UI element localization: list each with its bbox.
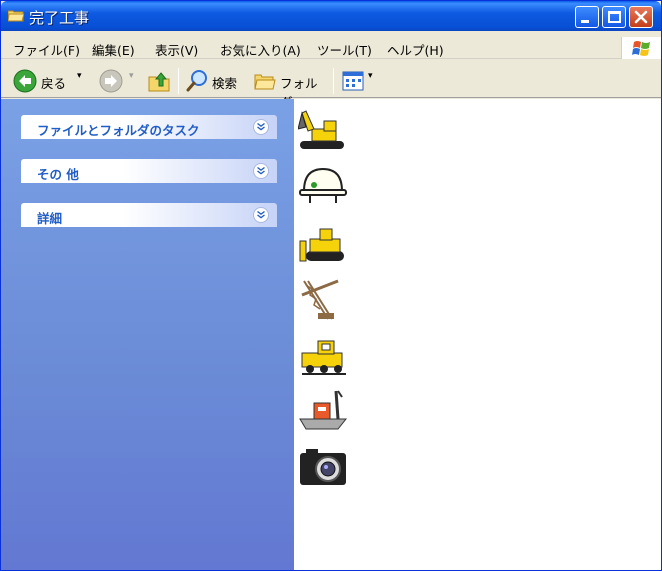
folders-icon <box>254 74 276 90</box>
back-label: 戻る <box>41 76 67 91</box>
back-dropdown-icon[interactable]: ▾ <box>77 71 82 81</box>
menu-file[interactable]: ファイル(F) <box>13 40 80 59</box>
task-group-label: ファイルとフォルダのタスク <box>37 123 200 138</box>
views-dropdown-icon[interactable]: ▾ <box>368 71 373 81</box>
list-item[interactable] <box>298 219 498 269</box>
list-item[interactable] <box>298 275 498 325</box>
task-pane: ファイルとフォルダのタスク その 他 詳細 <box>1 99 294 570</box>
back-button[interactable]: 戻る ▾ <box>11 69 91 93</box>
toolbar-separator <box>178 68 179 94</box>
folders-button[interactable]: フォルダ <box>251 69 327 110</box>
search-label: 検索 <box>212 76 238 91</box>
views-grid-icon <box>342 71 364 91</box>
file-list <box>294 99 661 570</box>
toolbar: 戻る ▾ ▾ 検索 フォル ▾ <box>1 61 661 110</box>
list-item[interactable] <box>298 331 498 381</box>
minimize-icon <box>581 20 589 23</box>
toolbar-separator <box>333 68 334 94</box>
folder-icon <box>8 10 24 22</box>
bulldozer-icon <box>299 228 344 262</box>
ship-icon <box>299 390 348 430</box>
close-button[interactable] <box>629 6 653 28</box>
camera-icon <box>300 449 346 485</box>
maximize-icon <box>608 11 621 23</box>
windows-logo <box>621 37 661 59</box>
chevron-down-icon[interactable] <box>253 207 269 223</box>
up-folder-icon <box>148 72 170 92</box>
list-item[interactable] <box>298 387 498 437</box>
menu-tools[interactable]: ツール(T) <box>317 40 372 59</box>
menu-bar: ファイル(F) 編集(E) 表示(V) お気に入り(A) ツール(T) ヘルプ(… <box>1 35 661 59</box>
list-item[interactable] <box>298 163 498 213</box>
forward-button[interactable]: ▾ <box>97 69 141 93</box>
menu-favorites[interactable]: お気に入り(A) <box>220 40 301 59</box>
explorer-window: 完了工事 ファイル(F) 編集(E) 表示(V) お気に入り(A) ツール(T)… <box>0 0 662 571</box>
search-icon <box>186 70 207 92</box>
list-item[interactable] <box>298 107 498 157</box>
task-group-label: 詳細 <box>37 211 63 226</box>
task-group-details[interactable]: 詳細 <box>21 203 277 227</box>
forward-dropdown-icon[interactable]: ▾ <box>129 71 134 81</box>
train-icon <box>301 340 346 375</box>
excavator-icon <box>298 110 344 149</box>
close-icon <box>634 10 648 24</box>
task-group-file-folder[interactable]: ファイルとフォルダのタスク <box>21 115 277 139</box>
crane-icon <box>301 279 339 320</box>
chevron-down-icon[interactable] <box>253 163 269 179</box>
task-group-label: その 他 <box>37 167 79 182</box>
chevron-down-icon[interactable] <box>253 119 269 135</box>
list-item[interactable] <box>298 443 498 493</box>
menu-help[interactable]: ヘルプ(H) <box>387 40 444 59</box>
minimize-button[interactable] <box>575 6 599 28</box>
search-button[interactable]: 検索 <box>183 69 245 93</box>
window-title: 完了工事 <box>29 9 90 27</box>
hardhat-icon <box>299 167 347 203</box>
up-folder-button[interactable] <box>147 69 173 93</box>
title-bar[interactable]: 完了工事 <box>1 1 661 31</box>
menu-edit[interactable]: 編集(E) <box>92 40 135 59</box>
task-group-other[interactable]: その 他 <box>21 159 277 183</box>
menu-view[interactable]: 表示(V) <box>155 40 198 59</box>
back-arrow-icon <box>13 69 37 93</box>
windows-flag-icon <box>632 41 650 56</box>
views-button[interactable]: ▾ <box>341 69 377 93</box>
maximize-button[interactable] <box>602 6 626 28</box>
forward-arrow-icon <box>99 69 123 93</box>
